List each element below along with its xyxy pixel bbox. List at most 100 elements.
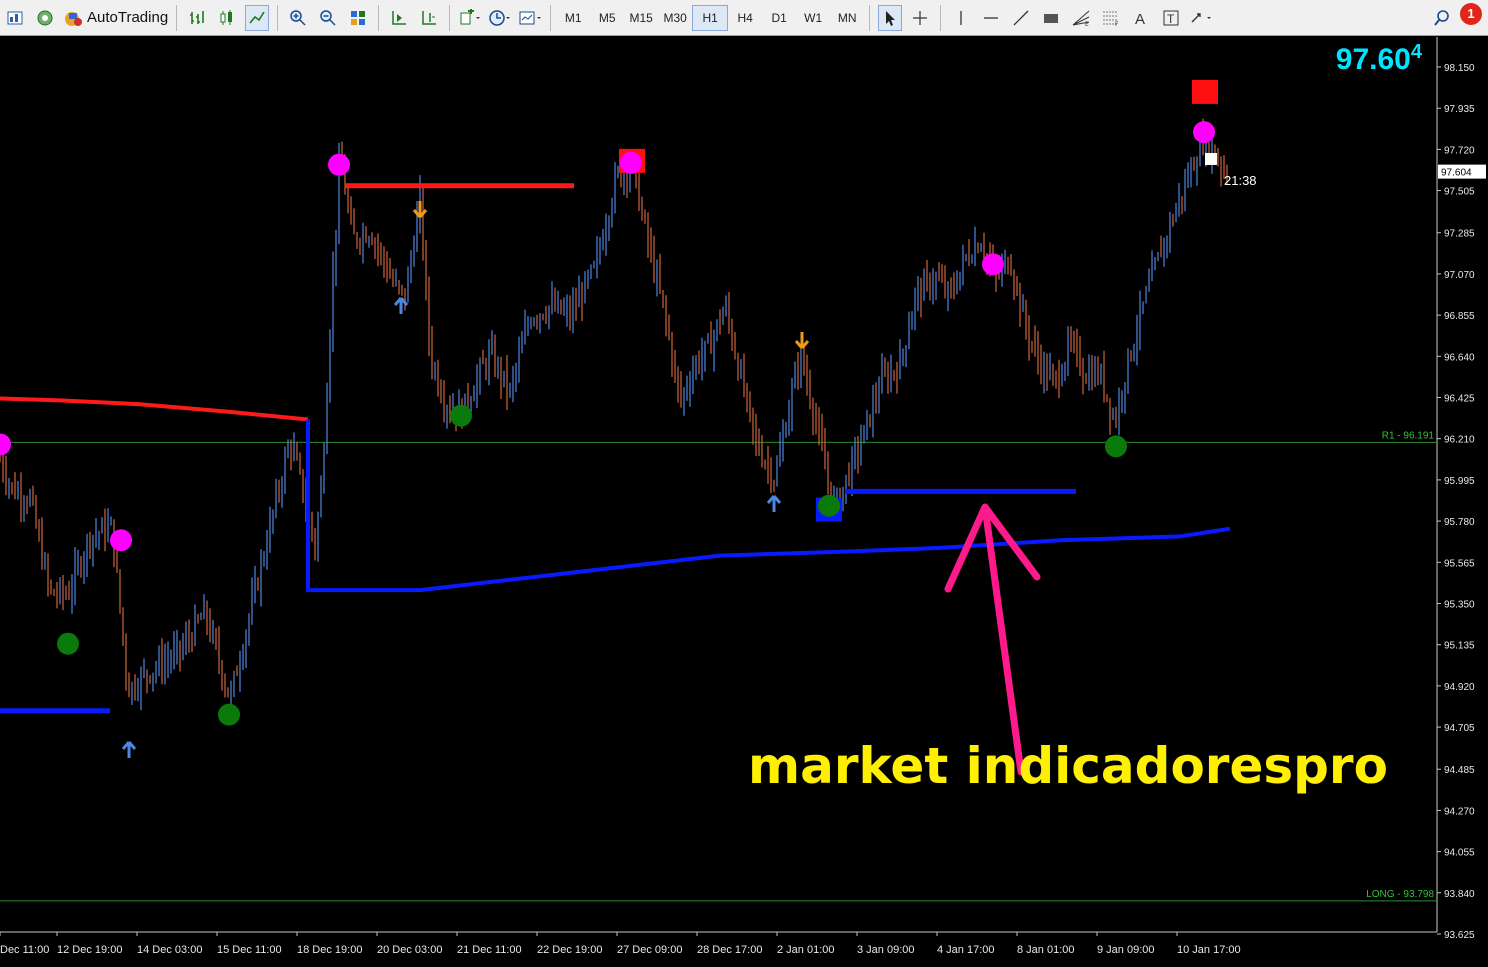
bottom-marker xyxy=(218,703,240,726)
up-arrow-icon xyxy=(121,741,137,758)
y-tick-label: 97.505 xyxy=(1444,187,1475,198)
y-tick-label: 97.070 xyxy=(1444,270,1475,281)
x-tick-label: 15 Dec 11:00 xyxy=(217,944,282,956)
y-tick-label: 96.210 xyxy=(1444,435,1475,446)
y-tick-label: 95.780 xyxy=(1444,517,1475,528)
tf-h4[interactable]: H4 xyxy=(728,6,762,30)
y-tick-label: 93.625 xyxy=(1444,930,1475,941)
price-bars xyxy=(0,118,1228,711)
x-tick-label: 22 Dec 19:00 xyxy=(537,944,602,956)
cursor-icon[interactable] xyxy=(878,4,903,31)
top-marker xyxy=(620,151,642,174)
fibonacci-icon[interactable]: F xyxy=(1099,5,1123,31)
auto-trading-button[interactable]: AutoTrading xyxy=(63,5,168,31)
x-tick-label: 27 Dec 09:00 xyxy=(617,944,682,956)
tf-m1[interactable]: M1 xyxy=(556,6,590,30)
market-watch-icon[interactable] xyxy=(33,5,57,31)
down-arrow-icon xyxy=(412,201,428,218)
horizontal-line-icon[interactable] xyxy=(979,5,1003,31)
bar-chart-icon[interactable] xyxy=(185,5,209,31)
new-chart-icon[interactable] xyxy=(3,5,27,31)
tile-windows-icon[interactable] xyxy=(346,5,370,31)
x-tick-label: 20 Dec 03:00 xyxy=(377,944,442,956)
tf-mn[interactable]: MN xyxy=(830,6,864,30)
chart-shift-icon[interactable] xyxy=(417,5,441,31)
y-tick-label: 97.285 xyxy=(1444,229,1475,240)
y-tick-label: 94.920 xyxy=(1444,682,1475,693)
crosshair-icon[interactable] xyxy=(908,5,932,31)
candle-timer: 21:38 xyxy=(1224,173,1257,188)
y-tick-label: 95.565 xyxy=(1444,558,1475,569)
zoom-out-icon[interactable] xyxy=(316,5,340,31)
watermark-text: market indicadorespro xyxy=(748,737,1388,795)
y-tick-label: 94.270 xyxy=(1444,806,1475,817)
line-chart-icon[interactable] xyxy=(245,4,270,31)
tf-w1[interactable]: W1 xyxy=(796,6,830,30)
bottom-marker xyxy=(57,632,79,655)
x-tick-label: 4 Jan 17:00 xyxy=(937,944,995,956)
level-label: LONG - 93.798 xyxy=(1366,889,1434,900)
price-chart[interactable]: 98.150 97.935 97.720 97.505 97.285 97.070 96.8… xyxy=(0,37,1488,967)
sell-signal-square xyxy=(1192,79,1218,104)
trendline-icon[interactable] xyxy=(1009,5,1033,31)
current-price-tag: 97.604 xyxy=(1441,168,1472,179)
up-arrow-icon xyxy=(766,495,782,512)
resistance-line xyxy=(0,396,309,422)
y-tick-label: 95.135 xyxy=(1444,641,1475,652)
y-tick-label: 94.705 xyxy=(1444,723,1475,734)
fibonacci-fan-icon[interactable]: E xyxy=(1069,5,1093,31)
x-tick-label: 3 Jan 09:00 xyxy=(857,944,915,956)
top-marker xyxy=(982,253,1004,276)
tf-m15[interactable]: M15 xyxy=(624,6,658,30)
y-tick-label: 94.055 xyxy=(1444,848,1475,859)
bottom-marker xyxy=(1105,435,1127,458)
zoom-in-icon[interactable] xyxy=(286,5,310,31)
x-tick-label: 21 Dec 11:00 xyxy=(457,944,522,956)
top-marker xyxy=(1193,121,1215,144)
top-marker xyxy=(110,529,132,552)
templates-icon[interactable] xyxy=(518,5,542,31)
tf-m5[interactable]: M5 xyxy=(590,6,624,30)
y-tick-label: 94.485 xyxy=(1444,765,1475,776)
tf-m30[interactable]: M30 xyxy=(658,6,692,30)
tf-d1[interactable]: D1 xyxy=(762,6,796,30)
x-tick-label: 9 Jan 09:00 xyxy=(1097,944,1155,956)
periods-icon[interactable] xyxy=(488,5,512,31)
y-tick-label: 96.640 xyxy=(1444,352,1475,363)
x-tick-label: 10 Jan 17:00 xyxy=(1177,944,1241,956)
x-tick-label: 2 Jan 01:00 xyxy=(777,944,835,956)
indicators-icon[interactable] xyxy=(458,5,482,31)
auto-trading-label: AutoTrading xyxy=(87,9,169,26)
y-tick-label: 95.995 xyxy=(1444,476,1475,487)
y-tick-label: 96.855 xyxy=(1444,311,1475,322)
x-tick-label: 14 Dec 03:00 xyxy=(137,944,202,956)
y-tick-label: 97.720 xyxy=(1444,145,1475,156)
x-tick-label: 28 Dec 17:00 xyxy=(697,944,762,956)
level-label: R1 - 96.191 xyxy=(1382,430,1435,441)
auto-scroll-icon[interactable] xyxy=(387,5,411,31)
text-label-icon[interactable]: T xyxy=(1159,5,1183,31)
y-tick-label: 98.150 xyxy=(1444,63,1475,74)
bottom-marker xyxy=(450,404,472,427)
candlestick-icon[interactable] xyxy=(215,5,239,31)
current-price-display: 97.604 xyxy=(1336,41,1422,77)
x-tick-label: 18 Dec 19:00 xyxy=(297,944,362,956)
y-tick-label: 97.935 xyxy=(1444,104,1475,115)
bottom-marker xyxy=(818,494,840,517)
svg-text:F: F xyxy=(1115,21,1119,27)
y-tick-label: 93.840 xyxy=(1444,889,1475,900)
x-tick-label: Dec 11:00 xyxy=(0,944,49,956)
vertical-line-icon[interactable] xyxy=(949,5,973,31)
search-icon[interactable] xyxy=(1430,5,1454,31)
channel-icon[interactable] xyxy=(1039,5,1063,31)
arrows-dropdown-icon[interactable] xyxy=(1189,5,1213,31)
y-tick-label: 96.425 xyxy=(1444,394,1475,405)
chart-area[interactable]: 98.150 97.935 97.720 97.505 97.285 97.070 96.8… xyxy=(0,37,1488,967)
notification-badge[interactable]: 1 xyxy=(1460,3,1482,25)
down-arrow-icon xyxy=(794,332,810,349)
support-line xyxy=(306,419,1231,593)
current-bar-marker xyxy=(1205,152,1217,165)
svg-text:T: T xyxy=(1167,12,1175,26)
text-icon[interactable]: A xyxy=(1129,5,1153,31)
tf-h1[interactable]: H1 xyxy=(692,4,729,31)
